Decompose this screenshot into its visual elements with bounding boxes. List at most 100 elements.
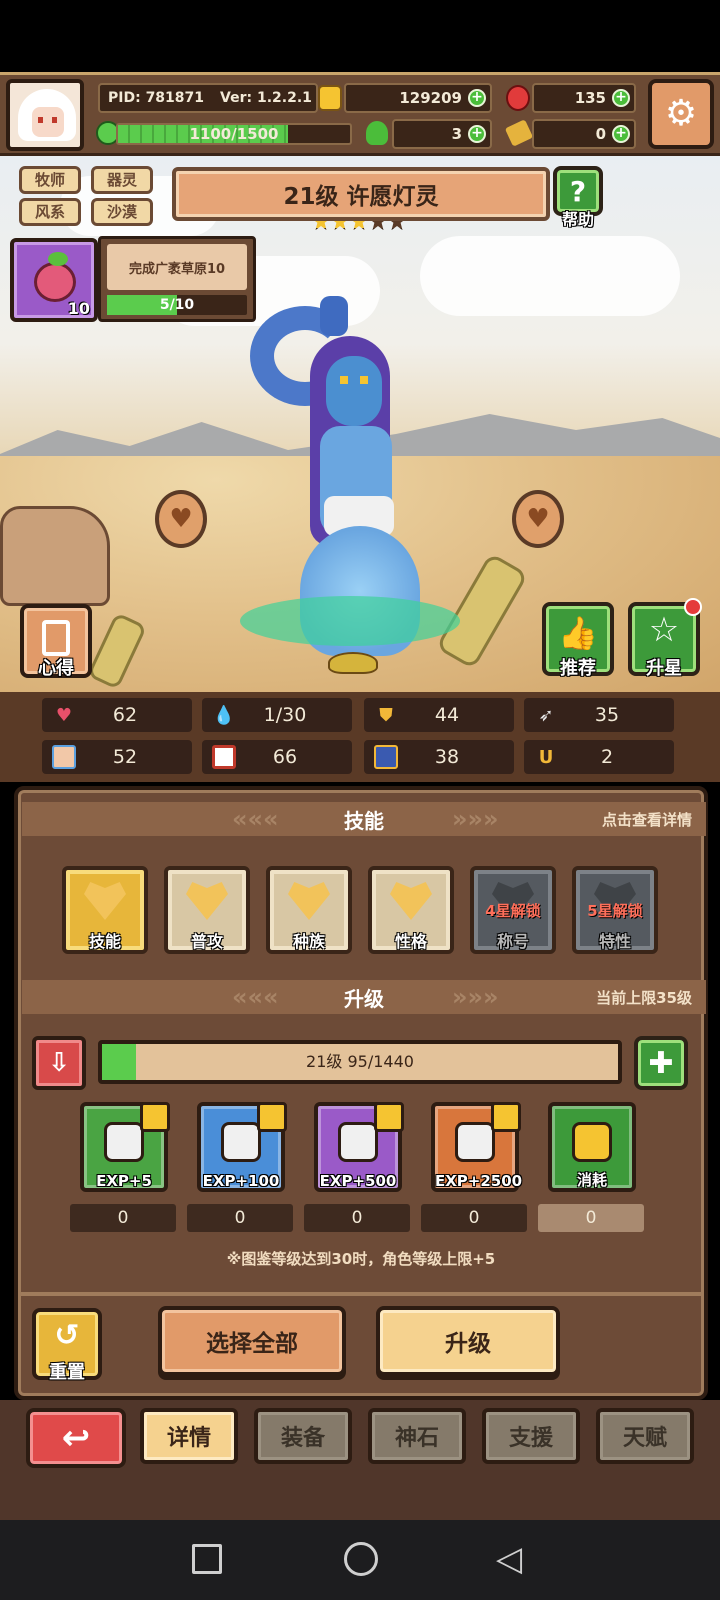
- affection-left-icon[interactable]: ♥: [155, 490, 207, 548]
- ticket-add-button[interactable]: +: [612, 125, 630, 143]
- back-button[interactable]: ↩: [26, 1408, 126, 1468]
- skill-label: 技能: [88, 932, 121, 951]
- upgrade-button[interactable]: 升级: [376, 1306, 560, 1376]
- exp-item-count[interactable]: 0: [304, 1204, 410, 1232]
- recent-apps-button[interactable]: [192, 1544, 222, 1574]
- back-nav-button[interactable]: ◁: [496, 1542, 528, 1578]
- quest-panel: 完成广袤草原10 5/10: [98, 236, 256, 322]
- gold-coin-icon: [318, 85, 342, 111]
- stat-mana-value: 1/30: [263, 704, 307, 726]
- level-add-button[interactable]: ✚: [634, 1036, 688, 1090]
- ticket-counter: 0 +: [532, 119, 636, 149]
- skill-slot[interactable]: 技能: [62, 866, 148, 954]
- plus-icon: ✚: [648, 1045, 674, 1081]
- skill-slot[interactable]: 5星解锁特性: [572, 866, 658, 954]
- energy-text: 1100/1500: [189, 125, 279, 143]
- exp-item-count[interactable]: 0: [538, 1204, 644, 1232]
- level-progress-text: 21级 95/1440: [306, 1052, 414, 1071]
- exp-item-count[interactable]: 0: [421, 1204, 527, 1232]
- android-nav-bar: ◁: [0, 1520, 720, 1600]
- notes-label: 心得: [38, 658, 74, 679]
- upgrade-title: 升级: [344, 986, 384, 1011]
- skills-hint: 点击查看详情: [601, 810, 692, 829]
- ticket-value: 0: [595, 125, 606, 143]
- gold-add-button[interactable]: +: [468, 89, 486, 107]
- download-icon: ⇩: [48, 1048, 70, 1078]
- horseshoe-icon: U: [538, 746, 554, 768]
- avatar[interactable]: [6, 79, 84, 151]
- home-button[interactable]: [344, 1542, 378, 1576]
- chevron-left-icon: «««: [232, 805, 279, 833]
- skill-slot[interactable]: 性格: [368, 866, 454, 954]
- exp-item-label: EXP+100: [202, 1172, 280, 1190]
- tab-4[interactable]: 天赋: [596, 1408, 694, 1464]
- stat-magic: 66: [202, 740, 352, 774]
- rock: [0, 506, 110, 606]
- fruit-leaf-icon: [48, 252, 68, 266]
- chevron-left-icon: «««: [232, 983, 279, 1011]
- heart-emblem-icon: [186, 882, 228, 920]
- exp-item-slot[interactable]: EXP+500: [314, 1102, 404, 1192]
- clover-value: 3: [451, 125, 462, 143]
- lock-badge-icon: [374, 1102, 404, 1132]
- exp-item-label: 消耗: [576, 1171, 607, 1189]
- settings-button[interactable]: ⚙: [648, 79, 714, 149]
- quest-item[interactable]: 10: [10, 238, 98, 322]
- question-icon: ?: [569, 174, 587, 208]
- heart-emblem-icon: [84, 882, 126, 920]
- class-tag-spirit: 器灵: [91, 166, 153, 194]
- character-title: 21级 许愿灯灵: [283, 184, 439, 210]
- exp-item-count[interactable]: 0: [70, 1204, 176, 1232]
- lock-badge-icon: [257, 1102, 287, 1132]
- skill-label: 称号: [496, 932, 529, 951]
- notification-dot: [684, 598, 702, 616]
- gear-icon: ⚙: [664, 93, 698, 134]
- skill-label: 特性: [598, 932, 631, 951]
- clover-add-button[interactable]: +: [468, 125, 486, 143]
- tab-3[interactable]: 支援: [482, 1408, 580, 1464]
- chevron-right-icon: »»»: [452, 805, 499, 833]
- skills-header[interactable]: ««« 技能 »»» 点击查看详情: [22, 802, 706, 836]
- tab-2[interactable]: 神石: [368, 1408, 466, 1464]
- stat-attack-value: 52: [112, 746, 138, 768]
- boot-icon: [374, 745, 398, 769]
- gem-icon: [506, 85, 530, 111]
- exp-item-list: EXP+5 0 EXP+100 0 EXP+500 0 EXP+2500 0 消耗 0: [70, 1102, 680, 1242]
- skill-slot[interactable]: 4星解锁 称号: [470, 866, 556, 954]
- skill-slot[interactable]: 种族: [266, 866, 352, 954]
- version-text: Ver: 1.2.2.1: [220, 90, 312, 106]
- tab-bar: 详情 装备 神石 支援 天赋: [140, 1408, 700, 1468]
- exp-item-slot[interactable]: EXP+2500: [431, 1102, 522, 1192]
- heart-icon: ♥: [55, 704, 73, 726]
- status-bar: [0, 0, 720, 72]
- exp-item-count[interactable]: 0: [187, 1204, 293, 1232]
- exp-material-icon: [455, 1122, 495, 1162]
- lock-badge-icon: [491, 1102, 521, 1132]
- tab-0[interactable]: 详情: [140, 1408, 238, 1464]
- affection-right-icon[interactable]: ♥: [512, 490, 564, 548]
- select-all-button[interactable]: 选择全部: [158, 1306, 346, 1376]
- exp-item-label: EXP+5: [96, 1172, 152, 1190]
- skill-slot[interactable]: 普攻: [164, 866, 250, 954]
- tab-1[interactable]: 装备: [254, 1408, 352, 1464]
- stat-hp-value: 62: [112, 704, 138, 726]
- quest-text: 完成广袤草原10: [128, 261, 226, 277]
- skill-lock-text: 5星解锁: [587, 902, 643, 920]
- stat-agility-value: 38: [434, 746, 460, 768]
- character-scene: 牧师 器灵 风系 沙漠 ? 帮助 10 完成广袤草原10 5/10 ♥ ♥ 心得…: [0, 156, 720, 692]
- exp-item-slot[interactable]: 消耗: [548, 1102, 636, 1192]
- class-tag-wind: 风系: [19, 198, 81, 226]
- gem-add-button[interactable]: +: [612, 89, 630, 107]
- level-down-button[interactable]: ⇩: [32, 1036, 86, 1090]
- recommend-label: 推荐: [560, 658, 596, 679]
- genie-character-sprite[interactable]: [240, 296, 460, 692]
- top-header: PID: 781871 Ver: 1.2.2.1 129209 + 135 + …: [0, 72, 720, 156]
- exp-item-slot[interactable]: EXP+5: [80, 1102, 170, 1192]
- exp-item-slot[interactable]: EXP+100: [197, 1102, 287, 1192]
- scroll-icon: [42, 620, 70, 656]
- reset-label: 重置: [49, 1362, 85, 1383]
- stat-speed-value: 35: [594, 704, 620, 726]
- help-label: 帮助: [561, 210, 594, 229]
- pid-label: PID: 781871 Ver: 1.2.2.1: [98, 83, 318, 113]
- quest-progress-text: 5/10: [159, 297, 195, 313]
